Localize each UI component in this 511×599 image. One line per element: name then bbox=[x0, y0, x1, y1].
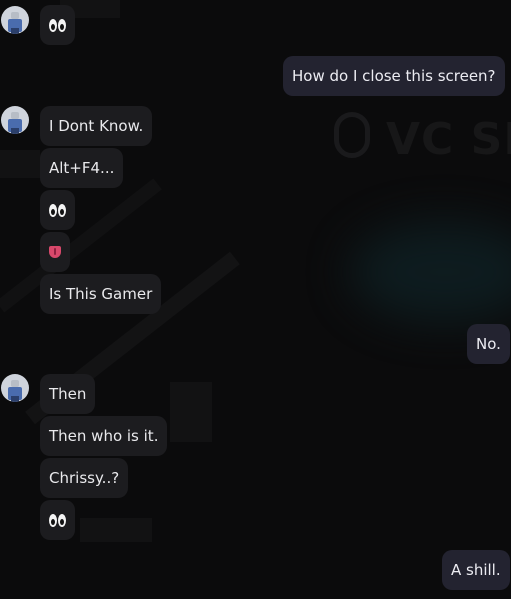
background-block bbox=[170, 382, 212, 442]
message-bubble-incoming[interactable]: Chrissy..? bbox=[40, 458, 129, 498]
message-text: Is This Gamer bbox=[49, 284, 153, 303]
avatar[interactable] bbox=[1, 6, 29, 34]
eyes-icon bbox=[49, 203, 66, 217]
message-text: Then bbox=[49, 384, 87, 403]
message-text: Alt+F4... bbox=[49, 158, 115, 177]
message-bubble-outgoing[interactable]: How do I close this screen? bbox=[283, 56, 505, 96]
message-bubble-incoming[interactable] bbox=[40, 190, 75, 230]
watermark-logo-text: VC SEI bbox=[386, 114, 511, 165]
message-bubble-incoming[interactable] bbox=[40, 500, 75, 540]
message-bubble-outgoing[interactable]: No. bbox=[467, 324, 510, 364]
message-text: A shill. bbox=[451, 560, 501, 579]
tongue-icon bbox=[49, 246, 61, 258]
eyes-icon bbox=[49, 18, 66, 32]
eyes-icon bbox=[49, 513, 66, 527]
message-bubble-outgoing[interactable]: A shill. bbox=[442, 550, 510, 590]
avatar[interactable] bbox=[1, 374, 29, 402]
message-bubble-incoming[interactable] bbox=[40, 232, 70, 272]
message-text: No. bbox=[476, 334, 501, 353]
background-block bbox=[80, 518, 152, 542]
background-glow bbox=[350, 222, 511, 322]
message-text: Then who is it. bbox=[49, 426, 159, 445]
message-text: Chrissy..? bbox=[49, 468, 120, 487]
message-bubble-incoming[interactable]: I Dont Know. bbox=[40, 106, 153, 146]
message-bubble-incoming[interactable]: Then who is it. bbox=[40, 416, 168, 456]
message-bubble-incoming[interactable] bbox=[40, 5, 75, 45]
background-block bbox=[0, 150, 40, 178]
message-bubble-incoming[interactable]: Is This Gamer bbox=[40, 274, 162, 314]
message-bubble-incoming[interactable]: Alt+F4... bbox=[40, 148, 124, 188]
microphone-icon bbox=[334, 112, 370, 158]
message-text: I Dont Know. bbox=[49, 116, 144, 135]
message-bubble-incoming[interactable]: Then bbox=[40, 374, 96, 414]
avatar[interactable] bbox=[1, 106, 29, 134]
message-text: How do I close this screen? bbox=[292, 66, 496, 85]
